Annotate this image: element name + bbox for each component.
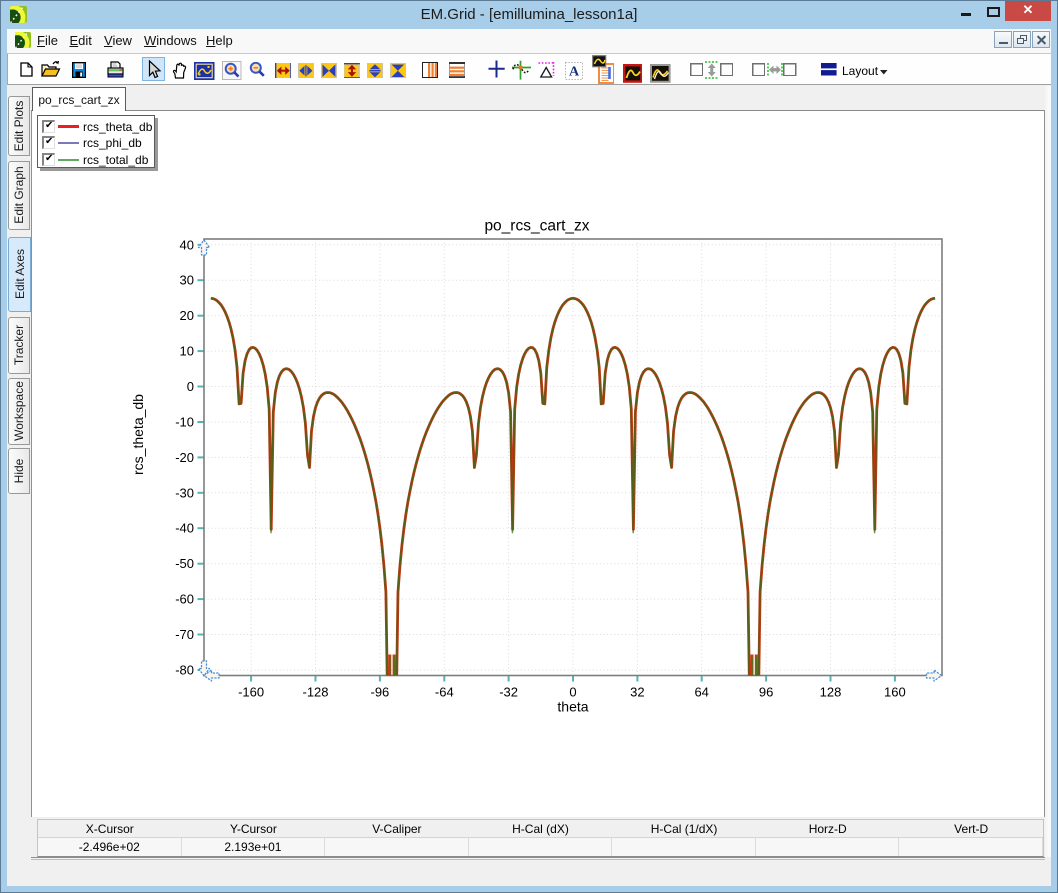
svg-text:po_rcs_cart_zx: po_rcs_cart_zx (484, 218, 589, 235)
svg-text:20: 20 (180, 308, 194, 323)
svg-text:-50: -50 (175, 556, 194, 571)
svg-text:-60: -60 (175, 592, 194, 607)
svg-text:-64: -64 (435, 685, 454, 700)
svg-text:32: 32 (630, 685, 644, 700)
svg-text:-128: -128 (302, 685, 328, 700)
svg-text:40: 40 (180, 237, 194, 252)
svg-text:-160: -160 (238, 685, 264, 700)
svg-text:-30: -30 (175, 485, 194, 500)
svg-text:-32: -32 (499, 685, 518, 700)
svg-text:-96: -96 (371, 685, 390, 700)
svg-text:30: 30 (180, 273, 194, 288)
svg-text:-80: -80 (175, 663, 194, 678)
svg-text:-20: -20 (175, 450, 194, 465)
svg-text:64: 64 (694, 685, 708, 700)
svg-text:128: 128 (820, 685, 842, 700)
svg-text:-70: -70 (175, 627, 194, 642)
svg-text:0: 0 (569, 685, 576, 700)
svg-text:160: 160 (884, 685, 906, 700)
svg-text:96: 96 (759, 685, 773, 700)
svg-text:10: 10 (180, 344, 194, 359)
svg-text:-40: -40 (175, 521, 194, 536)
svg-text:A: A (568, 64, 579, 79)
svg-text:rcs_theta_db: rcs_theta_db (130, 394, 146, 475)
svg-text:theta: theta (557, 699, 588, 715)
svg-text:0: 0 (187, 379, 194, 394)
svg-text:-10: -10 (175, 415, 194, 430)
